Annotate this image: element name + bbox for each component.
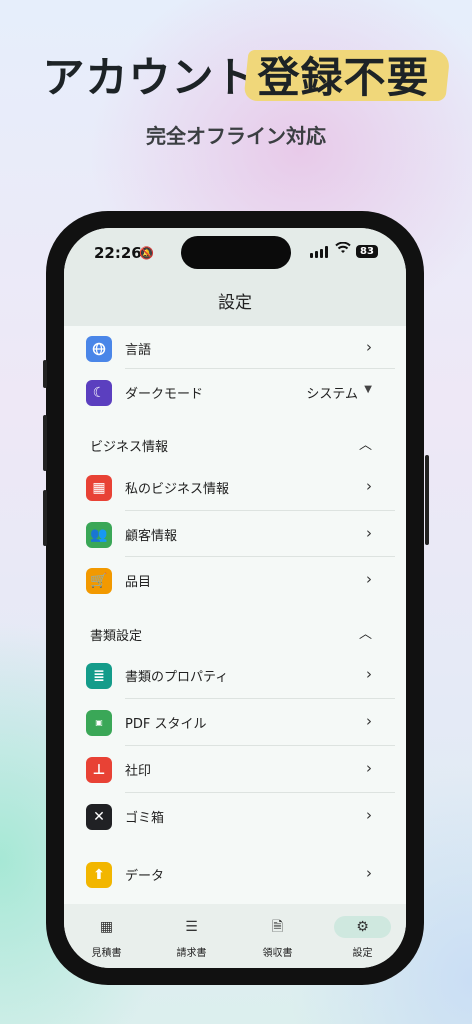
settings-row-company-stamp[interactable]: ⊥ 社印 › bbox=[64, 747, 406, 793]
list-doc-icon: ≣ bbox=[86, 663, 112, 689]
receipt-icon: 🗎 bbox=[271, 919, 284, 935]
chevron-right-icon: › bbox=[366, 338, 372, 356]
tab-label: 領収書 bbox=[262, 948, 293, 959]
cellular-signal-icon bbox=[310, 246, 328, 258]
pdf-icon: ▣ bbox=[86, 710, 112, 736]
row-label: 品目 bbox=[125, 575, 152, 590]
calculator-icon: ▦ bbox=[99, 919, 114, 935]
cart-icon: 🛒 bbox=[86, 568, 112, 594]
battery-icon: 83 bbox=[356, 245, 378, 258]
globe-icon bbox=[86, 336, 112, 362]
headline-part2: 登録不要 bbox=[257, 53, 430, 102]
divider bbox=[125, 556, 395, 557]
tab-estimates[interactable]: ▦ 見積書 bbox=[64, 904, 149, 968]
chevron-right-icon: › bbox=[366, 864, 372, 882]
dynamic-island bbox=[181, 236, 291, 269]
tab-label: 見積書 bbox=[91, 948, 122, 959]
building-icon: ▦ bbox=[86, 475, 112, 501]
row-label: 社印 bbox=[125, 764, 152, 779]
section-header-documents: 書類設定 bbox=[90, 629, 143, 644]
chevron-right-icon: › bbox=[366, 477, 372, 495]
chevron-right-icon: › bbox=[366, 665, 372, 683]
bottom-tab-bar: ▦ 見積書 ☰ 請求書 🗎 領収書 ⚙ 設定 bbox=[64, 904, 406, 968]
chevron-right-icon: › bbox=[366, 806, 372, 824]
headline: アカウント 登録不要 bbox=[0, 44, 472, 105]
subtitle: 完全オフライン対応 bbox=[146, 124, 326, 148]
wifi-icon bbox=[335, 241, 351, 258]
section-header-business: ビジネス情報 bbox=[90, 440, 169, 455]
row-label: 私のビジネス情報 bbox=[125, 482, 230, 497]
chevron-right-icon: › bbox=[366, 759, 372, 777]
bell-muted-icon: 🔕 bbox=[139, 246, 154, 260]
headline-highlight: 登録不要 bbox=[242, 44, 451, 105]
dropdown-caret-icon: ▼ bbox=[364, 384, 372, 395]
side-button-volume-up bbox=[43, 415, 47, 471]
settings-row-dark-mode[interactable]: ☾ ダークモード システム ▼ bbox=[64, 370, 406, 416]
gear-icon: ⚙ bbox=[334, 916, 391, 938]
headline-part1: アカウント bbox=[42, 53, 258, 102]
tab-label: 請求書 bbox=[176, 948, 207, 959]
settings-row-pdf-style[interactable]: ▣ PDF スタイル › bbox=[64, 700, 406, 746]
chevron-right-icon: › bbox=[366, 712, 372, 730]
settings-row-customers[interactable]: 👥 顧客情報 › bbox=[64, 512, 406, 558]
tab-invoices[interactable]: ☰ 請求書 bbox=[149, 904, 234, 968]
row-label: 書類のプロパティ bbox=[125, 670, 229, 685]
settings-row-items[interactable]: 🛒 品目 › bbox=[64, 558, 406, 604]
settings-row-language[interactable]: 言語 › bbox=[64, 326, 406, 372]
side-button-power bbox=[425, 455, 429, 545]
invoice-icon: ☰ bbox=[185, 919, 198, 935]
row-label: PDF スタイル bbox=[125, 717, 207, 732]
upload-icon: ⬆ bbox=[86, 862, 112, 888]
settings-row-document-properties[interactable]: ≣ 書類のプロパティ › bbox=[64, 653, 406, 699]
settings-row-my-business[interactable]: ▦ 私のビジネス情報 › bbox=[64, 465, 406, 511]
divider bbox=[125, 510, 395, 511]
people-icon: 👥 bbox=[86, 522, 112, 548]
row-label: データ bbox=[125, 869, 165, 884]
row-label: ダークモード bbox=[125, 387, 204, 402]
tab-settings[interactable]: ⚙ 設定 bbox=[320, 904, 405, 968]
divider bbox=[125, 792, 395, 793]
trash-icon: ✕ bbox=[86, 804, 112, 830]
chevron-up-icon[interactable]: ︿ bbox=[359, 434, 372, 453]
row-label: ゴミ箱 bbox=[125, 811, 165, 826]
tab-receipts[interactable]: 🗎 領収書 bbox=[235, 904, 320, 968]
moon-icon: ☾ bbox=[86, 380, 112, 406]
divider bbox=[125, 368, 395, 369]
divider bbox=[125, 745, 395, 746]
row-label: 顧客情報 bbox=[125, 529, 178, 544]
settings-row-data[interactable]: ⬆ データ › bbox=[64, 852, 406, 898]
status-bar: 22:26 🔕 83 bbox=[64, 228, 406, 282]
divider bbox=[125, 698, 395, 699]
tab-label: 設定 bbox=[352, 948, 373, 959]
chevron-up-icon[interactable]: ︿ bbox=[359, 623, 372, 642]
stamp-icon: ⊥ bbox=[86, 757, 112, 783]
side-button-volume-down bbox=[43, 490, 47, 546]
row-label: 言語 bbox=[125, 343, 152, 358]
dark-mode-value[interactable]: システム bbox=[306, 383, 358, 402]
settings-row-trash[interactable]: ✕ ゴミ箱 › bbox=[64, 794, 406, 840]
status-time: 22:26 bbox=[94, 244, 142, 262]
chevron-right-icon: › bbox=[366, 524, 372, 542]
phone-screen: 22:26 🔕 83 設定 言語 › ☾ ダークモード システム ▼ ビジネス情… bbox=[64, 228, 406, 968]
chevron-right-icon: › bbox=[366, 570, 372, 588]
side-button-action bbox=[43, 360, 47, 388]
screen-title: 設定 bbox=[64, 282, 406, 326]
